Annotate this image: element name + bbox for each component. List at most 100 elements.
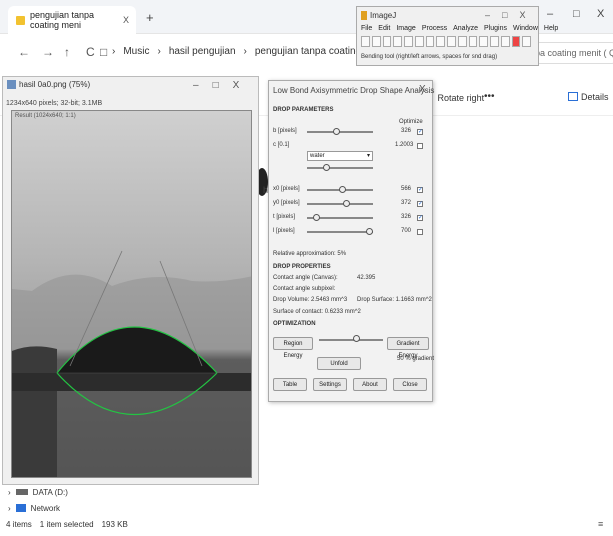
- param-label: y0 [pixels]: [273, 200, 300, 206]
- substrate-edge: [12, 373, 251, 391]
- tree-item-label: Network: [30, 503, 61, 513]
- expand-chevron-icon[interactable]: ›: [8, 488, 11, 497]
- tab-close-button[interactable]: X: [123, 15, 129, 25]
- optimize-checkbox[interactable]: ✓: [417, 187, 423, 193]
- up-icon[interactable]: ↑: [64, 45, 70, 59]
- refresh-icon[interactable]: C: [86, 45, 95, 59]
- imagej-tool-button[interactable]: [500, 36, 510, 47]
- menu-image[interactable]: Image: [396, 25, 415, 32]
- imagej-tool-button[interactable]: [425, 36, 435, 47]
- breadcrumb-hasil-pengujian[interactable]: hasil pengujian: [169, 46, 236, 57]
- minimize-button[interactable]: –: [193, 80, 199, 91]
- table-button[interactable]: Table: [273, 378, 307, 391]
- gradient-energy-button[interactable]: Gradient Energy: [387, 337, 429, 359]
- rotate-right-label: Rotate right: [437, 92, 485, 103]
- param-slider-knob[interactable]: [312, 214, 320, 221]
- param-slider-knob[interactable]: [365, 228, 373, 235]
- drop-surface: Drop Surface: 1.1663 mm^2: [357, 297, 432, 303]
- chevron-down-icon: ▾: [366, 153, 370, 159]
- tree-item-data-drive[interactable]: › DATA (D:): [8, 484, 268, 500]
- menu-help[interactable]: Help: [544, 25, 558, 32]
- forward-icon[interactable]: →: [42, 45, 54, 59]
- param-slider-knob[interactable]: [339, 186, 347, 193]
- imagej-window: ImageJ – □ X File Edit Image Process Ana…: [356, 6, 558, 66]
- status-bar: 4 items 1 item selected 193 KB: [6, 520, 128, 529]
- imagej-tool-button[interactable]: [490, 36, 499, 47]
- breadcrumb-music[interactable]: Music: [123, 46, 149, 57]
- maximize-button[interactable]: □: [213, 80, 219, 91]
- rotate-right-button[interactable]: ↻ Rotate right: [426, 92, 484, 103]
- imagej-tool-button[interactable]: [479, 36, 488, 47]
- unfold-button[interactable]: Unfold: [317, 357, 361, 370]
- menu-edit[interactable]: Edit: [378, 25, 390, 32]
- menu-plugins[interactable]: Plugins: [484, 25, 507, 32]
- optimize-checkbox[interactable]: ✓: [417, 201, 423, 207]
- optimization-slider[interactable]: [319, 339, 383, 341]
- liquid-select[interactable]: water ▾: [307, 151, 373, 161]
- menu-file[interactable]: File: [361, 25, 372, 32]
- section-drop-parameters: DROP PARAMETERS: [273, 107, 334, 113]
- param-slider[interactable]: [307, 167, 373, 169]
- explorer-tab[interactable]: pengujian tanpa coating meni X: [8, 6, 136, 34]
- imagej-tool-button[interactable]: [468, 36, 478, 47]
- optimize-checkbox[interactable]: [417, 143, 423, 149]
- imagej-tool-button[interactable]: [382, 36, 392, 47]
- imagej-tool-button[interactable]: [522, 36, 531, 47]
- param-value: 566: [401, 186, 412, 192]
- param-slider[interactable]: [307, 203, 373, 205]
- imagej-tool-button[interactable]: [414, 36, 424, 47]
- tree-item-network[interactable]: › Network: [8, 500, 268, 516]
- optimize-checkbox[interactable]: ✓: [417, 215, 423, 221]
- menu-process[interactable]: Process: [422, 25, 447, 32]
- region-energy-button[interactable]: Region Energy: [273, 337, 313, 359]
- selection-size: 193 KB: [101, 520, 128, 529]
- close-button[interactable]: X: [597, 8, 604, 20]
- maximize-button[interactable]: □: [573, 8, 580, 20]
- maximize-button[interactable]: □: [502, 10, 507, 20]
- dialog-title: Low Bond Axisymmetric Drop Shape Analysi…: [273, 86, 435, 95]
- menu-window[interactable]: Window: [513, 25, 538, 32]
- imagej-tool-button[interactable]: [457, 36, 467, 47]
- settings-button[interactable]: Settings: [313, 378, 347, 391]
- new-tab-button[interactable]: +: [146, 10, 154, 25]
- list-view-icon[interactable]: ≡: [598, 519, 603, 529]
- breadcrumb-separator: ›: [157, 46, 161, 57]
- view-toggle-icon[interactable]: □: [100, 45, 107, 59]
- optimize-checkbox[interactable]: ✓: [417, 129, 423, 135]
- imagej-tool-button[interactable]: [447, 36, 456, 47]
- param-slider-knob[interactable]: [322, 164, 330, 171]
- imagej-tool-button[interactable]: [436, 36, 445, 47]
- close-dialog-button[interactable]: Close: [393, 378, 427, 391]
- search-input[interactable]: pa coating menit ( Q: [526, 42, 613, 64]
- back-icon[interactable]: ←: [18, 45, 30, 59]
- details-button[interactable]: Details: [568, 92, 609, 102]
- param-slider[interactable]: [307, 231, 373, 233]
- param-slider[interactable]: [307, 131, 373, 133]
- about-button[interactable]: About: [353, 378, 387, 391]
- close-button[interactable]: X: [233, 80, 240, 91]
- minimize-button[interactable]: –: [485, 10, 490, 20]
- more-options-button[interactable]: •••: [484, 91, 495, 102]
- imagej-window-controls: – □ X: [485, 10, 525, 20]
- dialog-close-button[interactable]: X: [419, 84, 426, 95]
- minimize-button[interactable]: –: [547, 8, 553, 20]
- param-label: t [pixels]: [273, 214, 296, 220]
- imagej-title-text: ImageJ: [370, 11, 397, 20]
- param-slider-knob[interactable]: [332, 128, 340, 135]
- imagej-tool-button[interactable]: [404, 36, 413, 47]
- optimize-checkbox[interactable]: [417, 229, 423, 235]
- imagej-tool-button[interactable]: [361, 36, 370, 47]
- optimize-column-label: Optimize: [399, 119, 423, 125]
- expand-chevron-icon[interactable]: ›: [8, 504, 11, 513]
- imagej-toolbar: [361, 36, 531, 49]
- imagej-tool-button[interactable]: [371, 36, 381, 47]
- param-value: 372: [401, 200, 412, 206]
- param-slider-knob[interactable]: [342, 200, 350, 207]
- drive-icon: [15, 489, 28, 495]
- details-pane-icon: [568, 92, 578, 101]
- close-button[interactable]: X: [519, 10, 525, 20]
- imagej-tool-button[interactable]: [393, 36, 402, 47]
- menu-analyze[interactable]: Analyze: [453, 25, 478, 32]
- imagej-tool-button[interactable]: [511, 36, 521, 47]
- image-canvas[interactable]: Result (1024x640; 1:1): [11, 110, 252, 478]
